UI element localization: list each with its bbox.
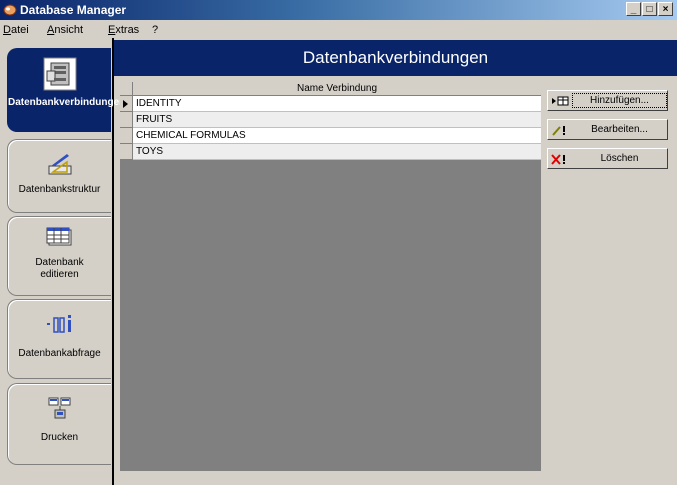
menu-extras[interactable]: Extras bbox=[108, 24, 139, 36]
pencil-edit-icon bbox=[552, 126, 565, 136]
query-icon bbox=[46, 315, 71, 333]
menu-help[interactable]: ? bbox=[152, 24, 158, 36]
table-cell[interactable]: CHEMICAL FORMULAS bbox=[133, 128, 541, 144]
sidebar-item-label: Datenbankstruktur bbox=[18, 184, 101, 195]
page-title: Datenbankverbindungen bbox=[114, 40, 677, 76]
add-connection-label: Hinzufügen... bbox=[572, 93, 667, 108]
table-row[interactable]: FRUITS bbox=[120, 112, 541, 128]
table-grid-icon bbox=[46, 227, 71, 246]
menu-datei[interactable]: Datei bbox=[3, 24, 29, 36]
edit-connection-button[interactable]: Bearbeiten... bbox=[547, 119, 668, 140]
sidebar-item-label: Datenbankverbindungen bbox=[8, 97, 126, 108]
sidebar-item-datenbankabfrage[interactable]: Datenbankabfrage bbox=[7, 299, 111, 379]
server-icon bbox=[43, 57, 76, 91]
row-header[interactable] bbox=[120, 144, 133, 160]
delete-connection-label: Löschen bbox=[600, 153, 639, 164]
table-cell[interactable]: TOYS bbox=[133, 144, 541, 160]
sidebar-item-datenbankstruktur[interactable]: Datenbankstruktur bbox=[7, 139, 111, 213]
app-icon bbox=[3, 4, 17, 16]
table-row[interactable]: IDENTITY bbox=[120, 96, 541, 112]
delete-connection-button[interactable]: Löschen bbox=[547, 148, 668, 169]
print-icon bbox=[48, 397, 70, 419]
menu-bar: Datei Ansicht Extras ? bbox=[0, 21, 677, 39]
menu-ansicht[interactable]: Ansicht bbox=[47, 24, 83, 36]
table-cell[interactable]: IDENTITY bbox=[133, 96, 541, 112]
delete-x-icon bbox=[551, 154, 565, 165]
row-header[interactable] bbox=[120, 112, 133, 128]
window-title: Database Manager bbox=[20, 3, 127, 17]
minimize-button[interactable]: _ bbox=[626, 2, 641, 16]
add-row-icon bbox=[552, 96, 569, 106]
title-bar[interactable]: Database Manager _ □ × bbox=[0, 0, 677, 20]
sidebar-item-datenbank-editieren[interactable]: Datenbank editieren bbox=[7, 216, 111, 296]
row-header[interactable] bbox=[120, 96, 133, 112]
design-tools-icon bbox=[48, 154, 71, 175]
maximize-button[interactable]: □ bbox=[642, 2, 657, 16]
sidebar-item-label: Drucken bbox=[40, 432, 79, 443]
table-header: Name Verbindung bbox=[120, 82, 541, 96]
edit-connection-label: Bearbeiten... bbox=[591, 124, 648, 135]
close-button[interactable]: × bbox=[658, 2, 673, 16]
window-controls: _ □ × bbox=[625, 2, 673, 16]
table-row[interactable]: CHEMICAL FORMULAS bbox=[120, 128, 541, 144]
sidebar-item-datenbankverbindungen[interactable]: Datenbankverbindungen bbox=[7, 48, 126, 132]
table-cell[interactable]: FRUITS bbox=[133, 112, 541, 128]
table-row[interactable]: TOYS bbox=[120, 144, 541, 160]
table-corner bbox=[120, 82, 133, 96]
sidebar-item-drucken[interactable]: Drucken bbox=[7, 383, 111, 465]
column-header-name[interactable]: Name Verbindung bbox=[133, 83, 541, 94]
current-row-arrow-icon bbox=[123, 100, 128, 108]
sidebar-item-label: Datenbankabfrage bbox=[18, 348, 101, 359]
row-header[interactable] bbox=[120, 128, 133, 144]
sidebar-item-label: Datenbank editieren bbox=[35, 257, 84, 280]
connections-table[interactable]: Name Verbindung IDENTITY FRUITS CHEMICAL… bbox=[120, 82, 541, 471]
add-connection-button[interactable]: Hinzufügen... bbox=[547, 90, 668, 111]
